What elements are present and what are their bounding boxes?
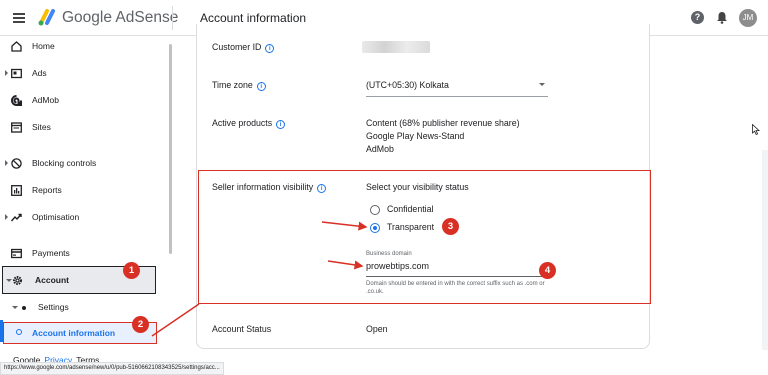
sidebar-item-label: Ads — [32, 68, 47, 78]
transparent-radio[interactable] — [370, 223, 380, 233]
sidebar-item-sites[interactable]: Sites — [0, 117, 168, 139]
select-underline — [366, 96, 548, 97]
info-icon[interactable]: i — [276, 120, 286, 129]
active-product-item: Content (68% publisher revenue share) — [366, 118, 520, 128]
account-status-label: Account Status — [212, 324, 272, 334]
info-icon[interactable]: i — [265, 44, 275, 53]
input-underline — [366, 276, 548, 277]
sites-icon — [11, 122, 22, 133]
active-products-label: Active products i — [212, 118, 286, 129]
expand-arrow-icon[interactable] — [5, 160, 8, 166]
sidebar-item-home[interactable]: Home — [0, 36, 168, 58]
business-domain-caption: Business domain — [366, 251, 412, 257]
sidebar-item-ads[interactable]: Ads — [0, 63, 168, 85]
status-bar-url: https://www.google.com/adsense/new/u/0/p… — [0, 362, 224, 375]
sidebar-item-label: Home — [32, 41, 55, 51]
chevron-down-icon[interactable] — [539, 83, 545, 86]
admob-icon — [11, 95, 22, 106]
annotation-badge-3: 3 — [442, 218, 459, 235]
expand-arrow-icon[interactable] — [5, 70, 8, 76]
sidebar-item-blocking-controls[interactable]: Blocking controls — [0, 153, 168, 175]
info-icon[interactable]: i — [256, 82, 266, 91]
payments-icon — [11, 248, 22, 259]
page-title: Account information — [200, 11, 307, 25]
notifications-bell-icon[interactable] — [716, 11, 728, 24]
help-icon[interactable]: ? — [691, 11, 704, 24]
sidebar-item-label: Blocking controls — [32, 158, 97, 168]
sidebar-item-payments[interactable]: Payments — [0, 243, 168, 265]
annotation-badge-4: 4 — [539, 262, 556, 279]
business-domain-hint: Domain should be entered in with the cor… — [366, 281, 545, 295]
sidebar-item-label: Settings — [38, 302, 69, 312]
home-icon — [11, 41, 22, 52]
avatar[interactable]: JM — [739, 9, 757, 27]
ring-bullet-icon — [16, 329, 22, 335]
sidebar-item-label: Payments — [32, 248, 70, 258]
sidebar-item-optimisation[interactable]: Optimisation — [0, 207, 168, 229]
seller-visibility-label: Seller information visibility i — [212, 182, 327, 193]
active-product-item: Google Play News-Stand — [366, 131, 465, 141]
sidebar-item-admob[interactable]: AdMob — [0, 90, 168, 112]
page-scrollbar[interactable] — [762, 150, 768, 350]
annotation-badge-1: 1 — [123, 262, 140, 279]
header-divider — [172, 6, 173, 30]
menu-icon[interactable] — [13, 13, 25, 23]
mouse-cursor-icon — [752, 124, 760, 135]
ads-icon — [11, 68, 22, 79]
confidential-radio[interactable] — [370, 205, 380, 215]
adsense-logo-icon — [38, 9, 55, 26]
sidebar-item-label: AdMob — [32, 95, 59, 105]
sidebar-scrollbar[interactable] — [169, 44, 172, 254]
visibility-prompt: Select your visibility status — [366, 182, 469, 192]
customer-id-label: Customer ID i — [212, 42, 275, 53]
time-zone-select[interactable]: (UTC+05:30) Kolkata — [366, 79, 449, 92]
business-domain-input[interactable]: prowebtips.com — [366, 261, 429, 271]
sidebar-item-label: Optimisation — [32, 212, 80, 222]
sidebar-item-label: Sites — [32, 122, 51, 132]
sidebar-item-label: Account — [35, 275, 69, 285]
sidebar-item-label: Reports — [32, 185, 62, 195]
transparent-label[interactable]: Transparent — [387, 222, 434, 232]
brand-name: Google AdSense — [62, 9, 179, 26]
sidebar-item-reports[interactable]: Reports — [0, 180, 168, 202]
bullet-dot-icon — [22, 306, 26, 310]
gear-icon — [13, 276, 22, 285]
account-status-value: Open — [366, 324, 388, 334]
reports-icon — [11, 185, 22, 196]
customer-id-redacted — [362, 41, 430, 53]
annotation-badge-2: 2 — [132, 316, 149, 333]
sidebar-item-label: Account information — [32, 328, 116, 338]
confidential-label[interactable]: Confidential — [387, 204, 433, 214]
block-icon — [11, 158, 22, 169]
trend-icon — [11, 213, 22, 222]
active-product-item: AdMob — [366, 144, 394, 154]
collapse-arrow-icon[interactable] — [12, 306, 18, 309]
expand-arrow-icon[interactable] — [5, 214, 8, 220]
time-zone-label: Time zone i — [212, 80, 266, 91]
info-icon[interactable]: i — [317, 184, 327, 193]
